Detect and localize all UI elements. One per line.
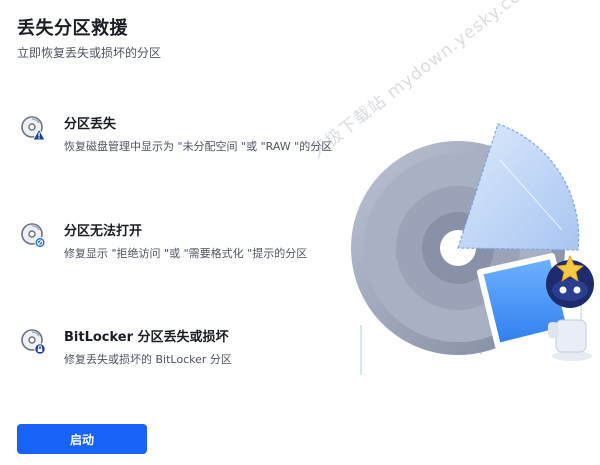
start-button[interactable]: 启动 [17,424,147,454]
feature-title: 分区丢失 [64,117,117,132]
disk-blocked-icon [20,222,48,250]
feature-description: 修复显示 "拒绝访问 "或 "需要格式化 "提示的分区 [64,247,308,260]
feature-description: 修复丢失或损坏的 BitLocker 分区 [64,353,232,366]
page-title: 丢失分区救援 [17,18,128,39]
feature-title: BitLocker 分区丢失或损坏 [64,330,229,345]
disk-warning-icon [20,115,48,143]
feature-description: 恢复磁盘管理中显示为 "未分配空间 "或 "RAW "的分区 [64,140,333,153]
disk-lock-icon [20,328,48,356]
feature-title: 分区无法打开 [64,224,143,239]
page-subtitle: 立即恢复丢失或损坏的分区 [17,46,162,60]
